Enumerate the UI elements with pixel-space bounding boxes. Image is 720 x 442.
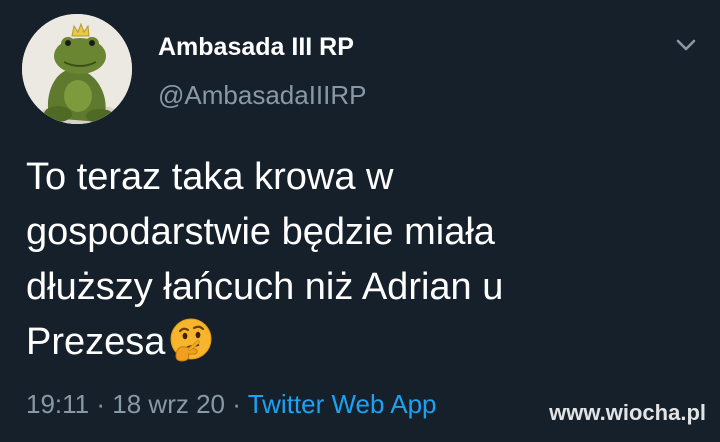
tweet-date[interactable]: 18 wrz 20 bbox=[112, 389, 225, 419]
tweet-text-line: Prezesa bbox=[26, 321, 166, 363]
tweet-text: To teraz taka krowa w gospodarstwie będz… bbox=[26, 150, 666, 370]
tweet-text-line: gospodarstwie będzie miała bbox=[26, 211, 495, 253]
avatar[interactable] bbox=[22, 14, 132, 124]
watermark: www.wiocha.pl bbox=[549, 400, 706, 425]
tweet-source-link[interactable]: Twitter Web App bbox=[248, 389, 437, 419]
meta-separator: · bbox=[232, 389, 241, 419]
tweet-meta: 19:11 · 18 wrz 20 · Twitter Web App bbox=[26, 387, 437, 421]
thinking-face-emoji-icon bbox=[168, 316, 214, 362]
chevron-down-icon bbox=[676, 39, 696, 51]
tweet-card: Ambasada III RP @AmbasadaIIIRP To teraz … bbox=[0, 0, 720, 442]
tweet-text-line: To teraz taka krowa w bbox=[26, 156, 394, 198]
frog-plush-icon bbox=[22, 14, 132, 124]
author-display-name[interactable]: Ambasada III RP bbox=[158, 32, 354, 62]
tweet-text-line: dłuższy łańcuch niż Adrian u bbox=[26, 266, 504, 308]
meta-separator: · bbox=[96, 389, 106, 419]
tweet-time[interactable]: 19:11 bbox=[26, 389, 89, 419]
tweet-menu-button[interactable] bbox=[671, 30, 701, 60]
author-handle[interactable]: @AmbasadaIIIRP bbox=[158, 80, 366, 110]
tweet-text-last-line: Prezesa bbox=[26, 315, 666, 370]
